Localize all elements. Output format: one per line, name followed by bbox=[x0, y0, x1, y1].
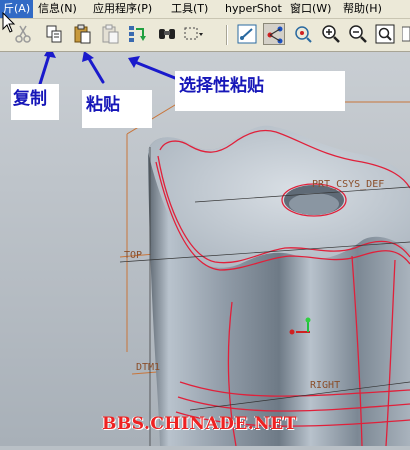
toolbar bbox=[0, 19, 410, 52]
copy-icon[interactable] bbox=[43, 23, 65, 45]
menu-tools[interactable]: 工具(T) bbox=[171, 0, 208, 18]
paste-special-callout: 选择性粘贴 bbox=[175, 71, 345, 111]
datum-planes-icon[interactable] bbox=[236, 23, 258, 45]
toolbar-separator bbox=[226, 25, 227, 45]
watermark: BBS.CHINADE.NET bbox=[102, 414, 297, 434]
more-tools-icon[interactable] bbox=[402, 23, 410, 45]
zoom-in-icon[interactable] bbox=[320, 23, 342, 45]
select-box-icon[interactable] bbox=[182, 23, 204, 45]
find-icon[interactable] bbox=[156, 23, 178, 45]
regenerate-icon[interactable] bbox=[126, 23, 148, 45]
model-viewport[interactable]: PRT_CSYS_DEF TOP DTM1 RIGHT bbox=[0, 46, 410, 447]
spin-center-icon[interactable] bbox=[292, 23, 314, 45]
paste-special-icon[interactable] bbox=[100, 23, 122, 45]
menu-help[interactable]: 帮助(H) bbox=[343, 0, 382, 18]
datum-label-top: TOP bbox=[124, 250, 143, 261]
menu-bar: 斤(A) 信息(N) 应用程序(P) 工具(T) hyperShot 窗口(W)… bbox=[0, 0, 410, 19]
datum-axis-icon[interactable] bbox=[263, 23, 285, 45]
datum-label-dtm1: DTM1 bbox=[136, 362, 161, 373]
menu-info[interactable]: 信息(N) bbox=[38, 0, 77, 18]
copy-callout: 复制 bbox=[11, 84, 59, 120]
mouse-cursor-icon bbox=[2, 12, 16, 33]
paste-callout: 粘贴 bbox=[82, 90, 152, 128]
zoom-out-icon[interactable] bbox=[347, 23, 369, 45]
datum-label-right: RIGHT bbox=[310, 380, 341, 391]
datum-label-csys: PRT_CSYS_DEF bbox=[312, 179, 385, 190]
model-graphics bbox=[0, 46, 410, 447]
menu-hypershot[interactable]: hyperShot bbox=[225, 0, 282, 18]
menu-window[interactable]: 窗口(W) bbox=[290, 0, 331, 18]
menu-applications[interactable]: 应用程序(P) bbox=[93, 0, 152, 18]
paste-icon[interactable] bbox=[72, 23, 94, 45]
refit-icon[interactable] bbox=[374, 23, 396, 45]
